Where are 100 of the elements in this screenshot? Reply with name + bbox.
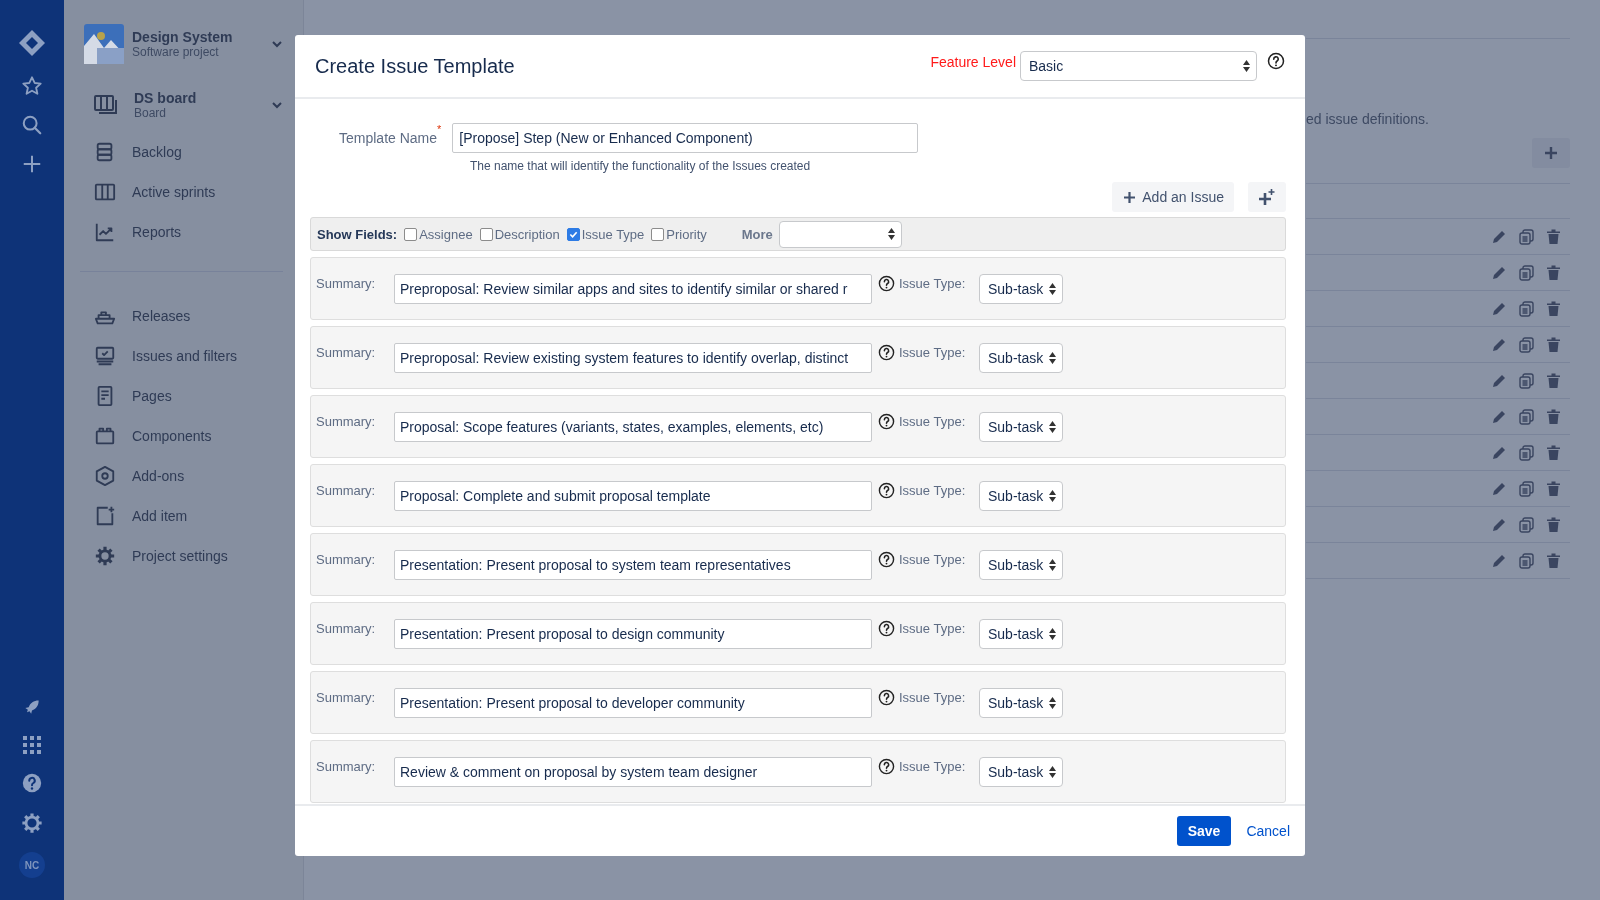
- help-icon[interactable]: [878, 344, 895, 361]
- copy-icon[interactable]: [1519, 552, 1534, 569]
- checkbox-label[interactable]: Priority: [666, 226, 707, 242]
- pencil-icon[interactable]: [1492, 229, 1506, 244]
- chevron-down-icon[interactable]: [271, 99, 283, 111]
- issue-type-select[interactable]: Sub-task: [979, 688, 1063, 718]
- more-select[interactable]: [778, 220, 902, 248]
- trash-icon[interactable]: [1547, 265, 1560, 280]
- issue-type-select[interactable]: Sub-task: [979, 481, 1063, 511]
- summary-field[interactable]: Proposal: Complete and submit proposal template: [394, 481, 872, 511]
- trash-icon[interactable]: [1547, 445, 1560, 460]
- help-icon[interactable]: [1267, 52, 1285, 70]
- help-icon[interactable]: [878, 620, 895, 637]
- pencil-icon[interactable]: [1492, 337, 1506, 352]
- help-icon[interactable]: [878, 413, 895, 430]
- app-grid-icon[interactable]: [23, 736, 41, 754]
- summary-field[interactable]: Presentation: Present proposal to developer community: [394, 688, 872, 718]
- trash-icon[interactable]: [1547, 229, 1560, 244]
- search-icon[interactable]: [21, 114, 43, 136]
- magic-button[interactable]: [1248, 182, 1286, 212]
- checkbox[interactable]: [651, 227, 665, 241]
- feature-level-select[interactable]: Basic: [1020, 51, 1257, 81]
- copy-icon[interactable]: [1519, 264, 1534, 281]
- pencil-icon[interactable]: [1492, 517, 1506, 532]
- sidebar-item[interactable]: Active sprints: [132, 183, 216, 200]
- issue-type-select[interactable]: Sub-task: [979, 757, 1063, 787]
- trash-icon[interactable]: [1547, 373, 1560, 388]
- add-button[interactable]: [1532, 138, 1570, 168]
- checkbox-label[interactable]: Assignee: [419, 226, 473, 242]
- issue-type-label: Issue Type:: [899, 414, 967, 429]
- issue-type-select[interactable]: Sub-task: [979, 274, 1063, 304]
- issue-type-select[interactable]: Sub-task: [979, 412, 1063, 442]
- sidebar-item[interactable]: Pages: [132, 387, 172, 404]
- sort-arrows-icon: [1243, 60, 1250, 72]
- copy-icon[interactable]: [1519, 336, 1534, 353]
- star-icon[interactable]: [21, 75, 43, 97]
- summary-field[interactable]: Preproposal: Review similar apps and sites to identify similar or shared r: [394, 274, 872, 304]
- summary-field[interactable]: Review & comment on proposal by system team designer: [394, 757, 872, 787]
- template-name-hint: The name that will identify the functionality of the Issues created: [470, 159, 812, 173]
- sidebar-item[interactable]: Components: [132, 427, 212, 444]
- issue-type-select[interactable]: Sub-task: [979, 550, 1063, 580]
- copy-icon[interactable]: [1519, 516, 1534, 533]
- summary-field[interactable]: Presentation: Present proposal to system team representatives: [394, 550, 872, 580]
- help-icon[interactable]: [878, 551, 895, 568]
- sidebar-item[interactable]: Backlog: [132, 143, 182, 160]
- help-icon[interactable]: [878, 275, 895, 292]
- sidebar-item[interactable]: Add-ons: [132, 467, 185, 484]
- cancel-link[interactable]: Cancel: [1246, 823, 1290, 839]
- trash-icon[interactable]: [1547, 481, 1560, 496]
- trash-icon[interactable]: [1547, 517, 1560, 532]
- sidebar-item[interactable]: Releases: [132, 307, 191, 324]
- plus-icon[interactable]: [21, 153, 43, 175]
- sidebar-item[interactable]: Project settings: [132, 547, 228, 564]
- copy-icon[interactable]: [1519, 228, 1534, 245]
- copy-icon[interactable]: [1519, 408, 1534, 425]
- pencil-icon[interactable]: [1492, 481, 1506, 496]
- pencil-icon[interactable]: [1492, 301, 1506, 316]
- pencil-icon[interactable]: [1492, 553, 1506, 568]
- copy-icon[interactable]: [1519, 444, 1534, 461]
- pencil-icon[interactable]: [1492, 373, 1506, 388]
- add-issue-button[interactable]: Add an Issue: [1112, 182, 1234, 212]
- description-text: ed issue definitions.: [1306, 111, 1430, 127]
- copy-icon[interactable]: [1519, 372, 1534, 389]
- issue-type-label: Issue Type:: [899, 621, 967, 636]
- sidebar-item[interactable]: Add item: [132, 507, 188, 524]
- checkbox[interactable]: [479, 227, 493, 241]
- sidebar-item[interactable]: Reports: [132, 223, 182, 240]
- help-icon[interactable]: [878, 758, 895, 775]
- copy-icon[interactable]: [1519, 300, 1534, 317]
- checkbox[interactable]: [404, 227, 418, 241]
- trash-icon[interactable]: [1547, 337, 1560, 352]
- chevron-down-icon[interactable]: [271, 38, 283, 50]
- save-button[interactable]: Save: [1176, 816, 1232, 846]
- checkbox-label[interactable]: Description: [494, 226, 560, 242]
- sidebar-item[interactable]: Issues and filters: [132, 347, 238, 364]
- summary-field[interactable]: Presentation: Present proposal to design community: [394, 619, 872, 649]
- trash-icon[interactable]: [1547, 301, 1560, 316]
- copy-icon[interactable]: [1519, 480, 1534, 497]
- issue-type-label: Issue Type:: [899, 483, 967, 498]
- pencil-icon[interactable]: [1492, 445, 1506, 460]
- help-icon[interactable]: [878, 482, 895, 499]
- pencil-icon[interactable]: [1492, 409, 1506, 424]
- checkbox-label[interactable]: Issue Type: [581, 226, 645, 242]
- template-name-field[interactable]: [Propose] Step (New or Enhanced Component): [452, 123, 919, 153]
- project-type: Software project: [132, 45, 220, 59]
- checkbox[interactable]: [566, 227, 580, 241]
- logo-icon[interactable]: [17, 28, 47, 58]
- summary-field[interactable]: Preproposal: Review existing system features to identify overlap, distinct: [394, 343, 872, 373]
- help-icon[interactable]: [878, 689, 895, 706]
- pencil-icon[interactable]: [1492, 265, 1506, 280]
- trash-icon[interactable]: [1547, 409, 1560, 424]
- dialog-title: Create Issue Template: [315, 54, 516, 78]
- issue-type-select[interactable]: Sub-task: [979, 619, 1063, 649]
- summary-label: Summary:: [316, 345, 377, 360]
- trash-icon[interactable]: [1547, 553, 1560, 568]
- summary-field[interactable]: Proposal: Scope features (variants, states, examples, elements, etc): [394, 412, 872, 442]
- feature-level-label: Feature Level: [930, 54, 1016, 70]
- settings-icon[interactable]: [21, 812, 43, 834]
- addons-icon: [94, 464, 116, 487]
- issue-type-select[interactable]: Sub-task: [979, 343, 1063, 373]
